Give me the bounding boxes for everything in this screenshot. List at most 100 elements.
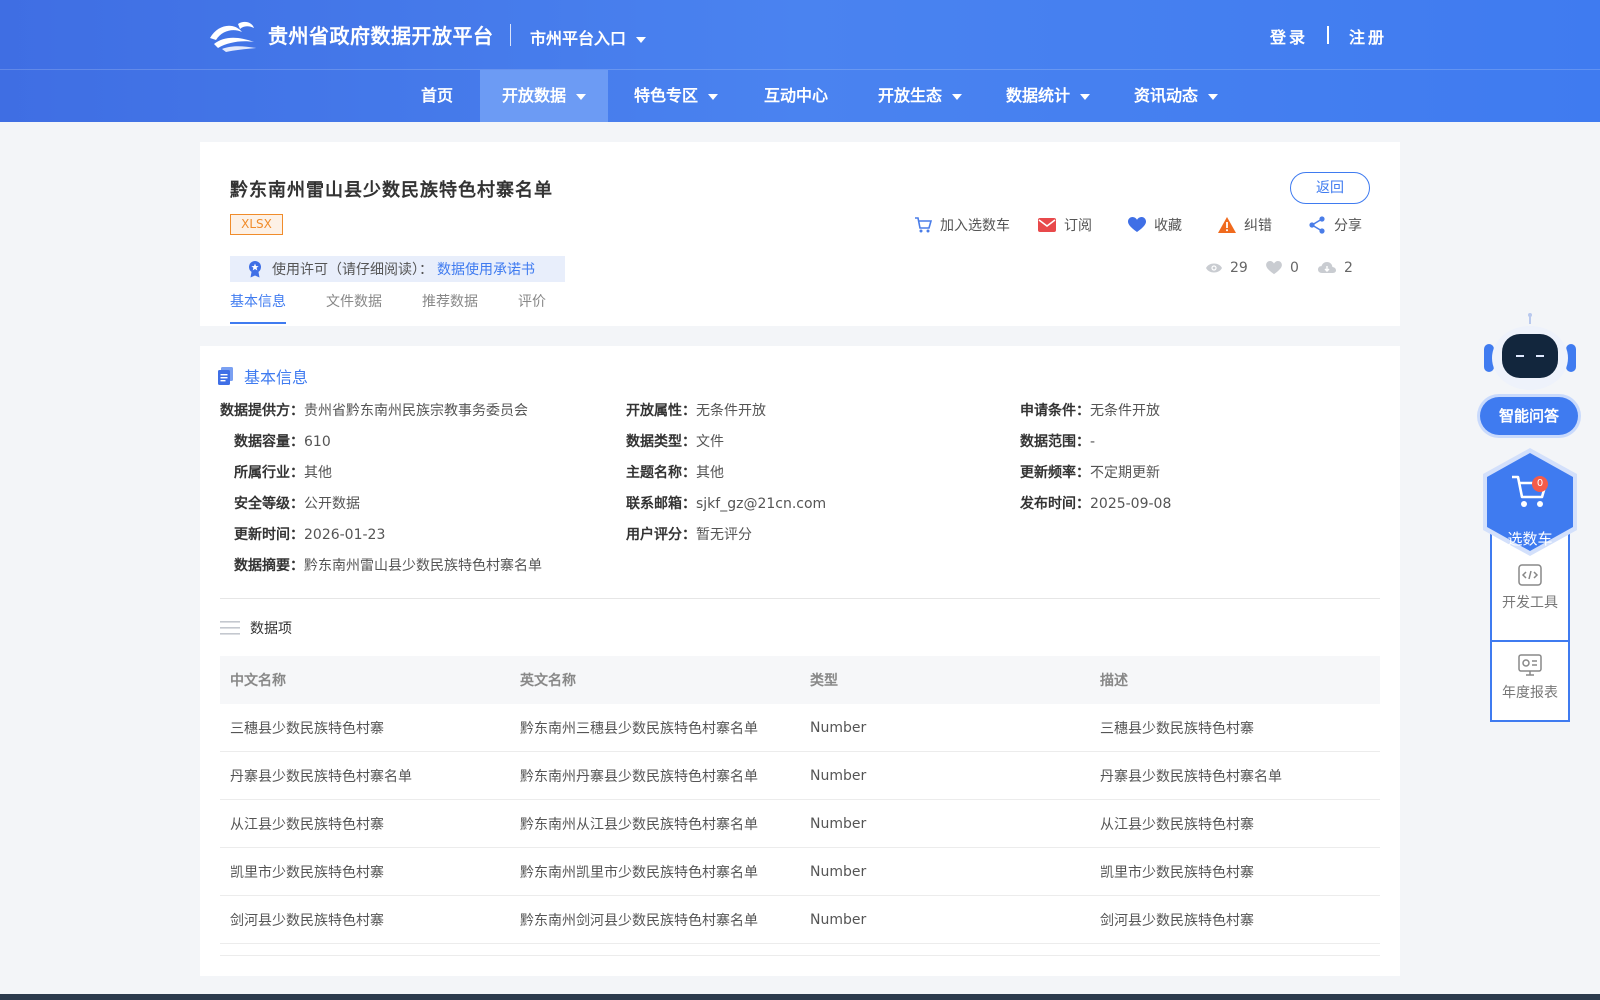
field-label: 数据提供方： bbox=[220, 403, 304, 419]
report-error-button[interactable]: 纠错 bbox=[1218, 214, 1272, 236]
data-items-title: 数据项 bbox=[250, 621, 292, 637]
share-button[interactable]: 分享 bbox=[1308, 214, 1362, 236]
report-icon bbox=[1518, 654, 1542, 676]
nav-item-ecosystem[interactable]: 开放生态 bbox=[856, 70, 984, 122]
table-cell: Number bbox=[810, 815, 867, 832]
chevron-down-icon bbox=[952, 93, 962, 100]
table-cell: 剑河县少数民族特色村寨 bbox=[230, 912, 384, 929]
favorite-label: 收藏 bbox=[1154, 218, 1182, 234]
section-divider bbox=[220, 598, 1380, 599]
tools-divider bbox=[1492, 640, 1568, 642]
field-industry: 所属行业：其他 bbox=[234, 462, 332, 482]
table-cell: 三穗县少数民族特色村寨 bbox=[1100, 720, 1254, 737]
field-value: 黔东南州雷山县少数民族特色村寨名单 bbox=[304, 558, 542, 574]
nav-item-news[interactable]: 资讯动态 bbox=[1112, 70, 1240, 122]
column-header: 英文名称 bbox=[520, 673, 576, 689]
back-button[interactable]: 返回 bbox=[1290, 172, 1370, 204]
field-value: 610 bbox=[304, 434, 331, 450]
field-open-attr: 开放属性：无条件开放 bbox=[626, 400, 766, 420]
table-cell: 三穗县少数民族特色村寨 bbox=[230, 720, 384, 737]
table-row: 丹寨县少数民族特色村寨名单 黔东南州丹寨县少数民族特色村寨名单 Number 丹… bbox=[220, 752, 1380, 800]
add-to-cart-button[interactable]: 加入选数车 bbox=[914, 214, 1010, 236]
field-label: 数据类型： bbox=[626, 434, 696, 450]
table-cell: 剑河县少数民族特色村寨 bbox=[1100, 912, 1254, 929]
chevron-down-icon bbox=[1080, 93, 1090, 100]
table-cell: 凯里市少数民族特色村寨 bbox=[1100, 864, 1254, 881]
cart-icon bbox=[915, 217, 932, 233]
top-bar: 贵州省政府数据开放平台 市州平台入口 登录 注册 bbox=[0, 0, 1600, 70]
field-value: 2026-01-23 bbox=[304, 527, 386, 543]
nav-item-interaction[interactable]: 互动中心 bbox=[746, 70, 846, 122]
heart-icon bbox=[1266, 261, 1282, 275]
main-nav: 首页 开放数据 特色专区 互动中心 开放生态 数据统计 资讯动态 bbox=[0, 70, 1600, 122]
city-entry-dropdown[interactable]: 市州平台入口 bbox=[530, 25, 647, 49]
license-agreement-link[interactable]: 数据使用承诺书 bbox=[437, 259, 535, 279]
field-value: 其他 bbox=[304, 465, 332, 481]
column-header: 描述 bbox=[1100, 673, 1128, 689]
site-title[interactable]: 贵州省政府数据开放平台 bbox=[268, 20, 494, 49]
nav-item-label: 互动中心 bbox=[763, 86, 828, 105]
footer-bar bbox=[0, 994, 1600, 1000]
table-row: 三穗县少数民族特色村寨 黔东南州三穗县少数民族特色村寨名单 Number 三穗县… bbox=[220, 704, 1380, 752]
views-stat: 29 bbox=[1206, 260, 1248, 276]
field-value: 无条件开放 bbox=[1090, 403, 1160, 419]
heart-icon bbox=[1128, 217, 1146, 232]
cart-button[interactable]: 0 选数车 bbox=[1480, 446, 1580, 558]
eye-icon bbox=[1206, 263, 1222, 273]
field-value: 贵州省黔东南州民族宗教事务委员会 bbox=[304, 403, 528, 419]
report-error-label: 纠错 bbox=[1244, 218, 1272, 234]
field-publish-time: 发布时间：2025-09-08 bbox=[1020, 493, 1171, 513]
tab-reviews[interactable]: 评价 bbox=[518, 290, 546, 324]
table-row: 从江县少数民族特色村寨 黔东南州从江县少数民族特色村寨名单 Number 从江县… bbox=[220, 800, 1380, 848]
tab-file-data[interactable]: 文件数据 bbox=[326, 290, 382, 324]
tab-basic-info[interactable]: 基本信息 bbox=[230, 290, 286, 324]
field-value: - bbox=[1090, 434, 1096, 450]
likes-count: 0 bbox=[1290, 260, 1299, 276]
register-link[interactable]: 注册 bbox=[1349, 24, 1387, 48]
warning-icon bbox=[1218, 217, 1236, 233]
favorite-button[interactable]: 收藏 bbox=[1128, 214, 1182, 236]
cloud-download-icon bbox=[1318, 262, 1336, 273]
field-value: 文件 bbox=[696, 434, 724, 450]
basic-info-card: 基本信息 数据提供方：贵州省黔东南州民族宗教事务委员会 数据容量：610 所属行… bbox=[200, 346, 1400, 976]
login-link[interactable]: 登录 bbox=[1270, 24, 1308, 48]
table-cell: 从江县少数民族特色村寨 bbox=[1100, 816, 1254, 833]
mail-icon bbox=[1038, 218, 1056, 232]
table-cell: 黔东南州凯里市少数民族特色村寨名单 bbox=[520, 864, 758, 881]
nav-item-home[interactable]: 首页 bbox=[394, 70, 480, 122]
field-data-type: 数据类型：文件 bbox=[626, 431, 724, 451]
data-items-heading: 数据项 bbox=[220, 618, 292, 638]
share-icon bbox=[1309, 216, 1325, 234]
dataset-title: 黔东南州雷山县少数民族特色村寨名单 bbox=[230, 180, 553, 201]
column-header: 类型 bbox=[810, 673, 838, 689]
table-cell: 黔东南州剑河县少数民族特色村寨名单 bbox=[520, 912, 758, 929]
title-divider bbox=[510, 24, 511, 46]
doc-icon bbox=[218, 367, 233, 385]
auth-divider bbox=[1327, 26, 1329, 44]
ai-qa-button[interactable]: 智能问答 bbox=[1480, 397, 1578, 435]
nav-item-open-data[interactable]: 开放数据 bbox=[480, 70, 608, 122]
chevron-down-icon bbox=[636, 36, 647, 43]
cart-label: 选数车 bbox=[1507, 530, 1553, 548]
subscribe-label: 订阅 bbox=[1064, 218, 1092, 234]
downloads-stat: 2 bbox=[1318, 260, 1353, 276]
dataset-header-card: 黔东南州雷山县少数民族特色村寨名单 XLSX 返回 加入选数车 订阅 收藏 纠错… bbox=[200, 142, 1400, 326]
annual-report-button[interactable]: 年度报表 bbox=[1492, 654, 1568, 702]
share-label: 分享 bbox=[1334, 218, 1362, 234]
field-label: 更新频率： bbox=[1020, 465, 1090, 481]
nav-item-label: 特色专区 bbox=[633, 86, 698, 105]
dev-tools-button[interactable]: 开发工具 bbox=[1492, 564, 1568, 612]
license-notice: 使用许可（请仔细阅读）： 数据使用承诺书 bbox=[230, 256, 565, 282]
tab-recommended[interactable]: 推荐数据 bbox=[422, 290, 478, 324]
downloads-count: 2 bbox=[1344, 260, 1353, 276]
logo-icon[interactable] bbox=[208, 18, 258, 52]
views-count: 29 bbox=[1230, 260, 1248, 276]
field-label: 更新时间： bbox=[234, 527, 304, 543]
subscribe-button[interactable]: 订阅 bbox=[1038, 214, 1092, 236]
robot-icon[interactable] bbox=[1482, 312, 1578, 392]
field-value: 公开数据 bbox=[304, 496, 360, 512]
table-footer bbox=[220, 944, 1380, 956]
nav-item-featured[interactable]: 特色专区 bbox=[612, 70, 740, 122]
nav-item-statistics[interactable]: 数据统计 bbox=[984, 70, 1112, 122]
nav-item-label: 开放生态 bbox=[877, 86, 942, 105]
